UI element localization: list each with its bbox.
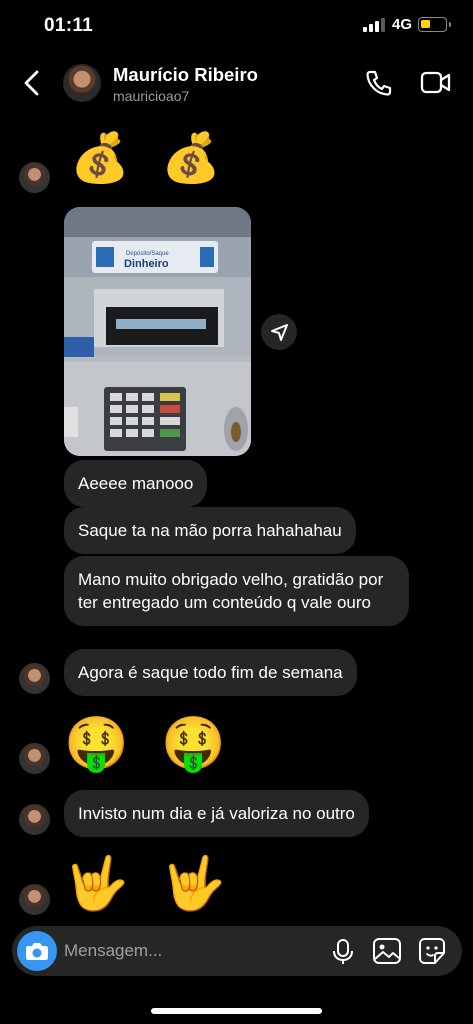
video-camera-icon (420, 71, 451, 94)
voice-message-button[interactable] (330, 938, 356, 966)
phone-icon (366, 70, 392, 96)
audio-call-button[interactable] (364, 68, 394, 98)
chevron-left-icon (24, 70, 39, 96)
sender-avatar[interactable] (19, 804, 50, 835)
message-composer (12, 926, 462, 976)
send-icon (271, 324, 288, 341)
home-indicator[interactable] (151, 1008, 322, 1014)
emoji-message[interactable]: 🤟 🤟 (64, 858, 234, 910)
message-bubble[interactable]: Aeeee manooo (64, 460, 208, 507)
gallery-button[interactable] (372, 937, 402, 965)
chat-header: Maurício Ribeiro mauricioao7 (0, 50, 473, 120)
contact-avatar[interactable] (63, 64, 101, 102)
sender-avatar[interactable] (19, 162, 50, 193)
signal-icon (363, 18, 387, 32)
battery-icon (418, 17, 451, 32)
atm-label-top: Depósito/Saque (126, 251, 169, 257)
clock: 01:11 (44, 15, 94, 36)
message-bubble[interactable]: Invisto num dia e já valoriza no outro (64, 790, 369, 837)
atm-label-main: Dinheiro (124, 258, 169, 270)
atm-photo[interactable]: Depósito/Saque Dinheiro (64, 207, 251, 456)
back-button[interactable] (18, 68, 46, 98)
emoji-message[interactable]: 🤑 🤑 (64, 718, 234, 770)
message-bubble[interactable]: Mano muito obrigado velho, gratidão por … (64, 556, 409, 626)
video-call-button[interactable] (420, 70, 452, 96)
sticker-icon (419, 938, 445, 964)
share-button[interactable] (261, 314, 297, 350)
message-bubble[interactable]: Agora é saque todo fim de semana (64, 649, 357, 696)
sticker-button[interactable] (417, 937, 447, 965)
sender-avatar[interactable] (19, 663, 50, 694)
image-icon (373, 938, 401, 964)
microphone-icon (333, 939, 353, 964)
message-input[interactable] (64, 926, 314, 976)
contact-username[interactable]: mauricioao7 (113, 88, 189, 104)
atm-illustration: Depósito/Saque Dinheiro (64, 207, 251, 456)
status-bar: 01:11 4G (0, 0, 473, 50)
camera-button[interactable] (17, 931, 57, 971)
contact-name[interactable]: Maurício Ribeiro (113, 64, 258, 86)
emoji-message[interactable]: 💰 💰 (70, 134, 229, 182)
sender-avatar[interactable] (19, 884, 50, 915)
camera-icon (26, 943, 48, 960)
message-bubble[interactable]: Saque ta na mão porra hahahahau (64, 507, 356, 554)
network-type: 4G (392, 16, 413, 33)
sender-avatar[interactable] (19, 743, 50, 774)
